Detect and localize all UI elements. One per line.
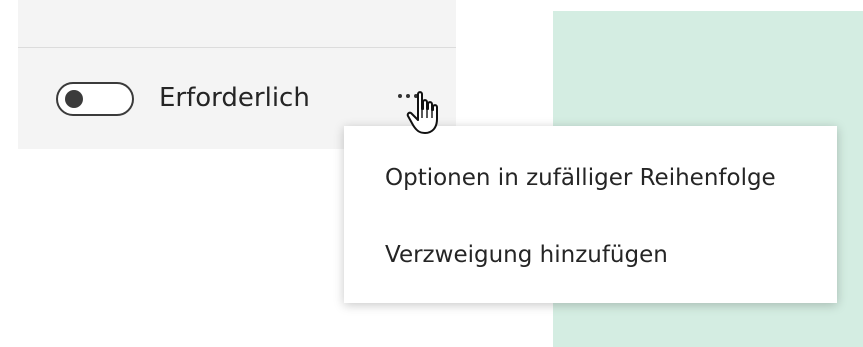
required-label: Erforderlich: [159, 83, 310, 113]
more-options-menu: Optionen in zufälliger Reihenfolge Verzw…: [344, 126, 837, 303]
required-toggle[interactable]: [56, 82, 134, 116]
menu-item-shuffle-options[interactable]: Optionen in zufälliger Reihenfolge: [385, 162, 776, 194]
hand-pointer-icon: [406, 91, 438, 134]
menu-item-add-branching[interactable]: Verzweigung hinzufügen: [385, 239, 668, 271]
form-editor-canvas: Erforderlich Optionen in zufälliger Reih…: [0, 0, 863, 347]
card-divider: [18, 47, 456, 48]
toggle-knob: [65, 90, 83, 108]
ellipsis-icon-dot: [398, 94, 402, 98]
